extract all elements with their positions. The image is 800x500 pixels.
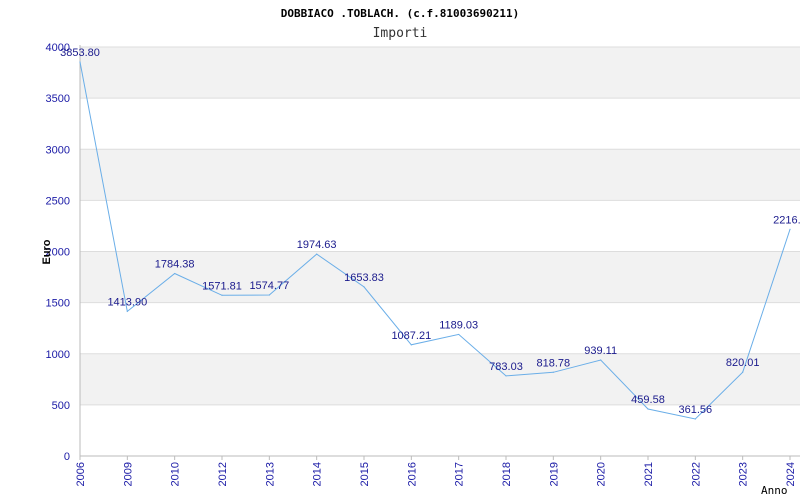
grid-lines [80, 46, 800, 406]
x-tick-label: 2019 [548, 462, 560, 486]
data-point [458, 333, 460, 336]
data-label: 783.03 [489, 361, 523, 373]
data-label: 1087.21 [391, 330, 431, 342]
x-tick-label: 2022 [690, 462, 702, 486]
data-label: 1189.03 [439, 319, 478, 331]
x-tick-label: 2016 [406, 462, 418, 486]
data-label: 818.78 [537, 357, 571, 369]
grid-bands [80, 47, 800, 405]
y-tick-label: 2500 [46, 195, 70, 207]
grid-band [80, 149, 800, 201]
y-axis-label: Euro [41, 239, 53, 264]
data-label: 1571.81 [202, 280, 242, 292]
data-label: 1574.77 [249, 280, 289, 292]
x-tick-label: 2012 [217, 462, 229, 486]
data-point [742, 371, 744, 373]
y-tick-label: 3000 [46, 144, 70, 156]
data-point [410, 344, 412, 346]
line-chart: DOBBIACO .TOBLACH. (c.f.81003690211) Imp… [41, 7, 800, 497]
data-point [552, 371, 554, 373]
data-point [505, 375, 507, 377]
data-label: 2216.4 [773, 214, 800, 226]
data-point [694, 418, 696, 420]
x-tick-label: 2015 [359, 462, 371, 486]
x-tick-label: 2021 [643, 462, 655, 486]
data-label: 1784.38 [155, 259, 195, 271]
x-tick-label: 2013 [264, 462, 276, 486]
data-point [126, 310, 128, 313]
x-tick-label: 2017 [454, 462, 466, 486]
data-label: 820.01 [726, 357, 760, 369]
data-point [789, 228, 791, 230]
data-point [647, 408, 649, 410]
x-tick-labels: 2006 2009 2010 2012 2013 2014 2015 2016 2017 2018… [75, 462, 797, 486]
data-point [363, 286, 365, 288]
y-tick-label: 1000 [46, 349, 70, 361]
data-point [174, 272, 176, 275]
y-tick-label: 500 [52, 400, 70, 412]
data-label: 459.58 [631, 394, 665, 406]
x-tick-label: 2018 [501, 462, 513, 486]
data-label: 939.11 [584, 345, 617, 357]
chart-subtitle: Importi [373, 26, 428, 41]
x-tick-label: 2010 [170, 462, 182, 486]
x-tick-label: 2006 [75, 462, 87, 486]
data-label: 1974.63 [297, 239, 337, 251]
x-tick-label: 2020 [596, 462, 608, 486]
data-point [316, 253, 318, 255]
x-tick-label: 2014 [312, 462, 324, 486]
data-point [600, 359, 602, 361]
chart-title: DOBBIACO .TOBLACH. (c.f.81003690211) [281, 7, 519, 20]
data-point [221, 294, 223, 296]
y-tick-label: 1500 [46, 298, 70, 310]
x-tick-label: 2023 [738, 462, 750, 486]
x-axis-label: Anno [761, 484, 788, 497]
data-point [268, 294, 270, 296]
data-label: 3853.80 [60, 47, 100, 59]
x-tick-label: 2024 [785, 462, 797, 486]
grid-band [80, 47, 800, 99]
x-tick-label: 2009 [122, 462, 134, 486]
data-label: 1413.90 [107, 296, 147, 308]
grid-band [80, 353, 800, 405]
data-label: 361.56 [679, 404, 713, 416]
y-tick-label: 0 [64, 451, 70, 463]
data-point [79, 61, 81, 63]
data-label: 1653.83 [344, 272, 384, 284]
y-tick-label: 3500 [46, 93, 70, 105]
